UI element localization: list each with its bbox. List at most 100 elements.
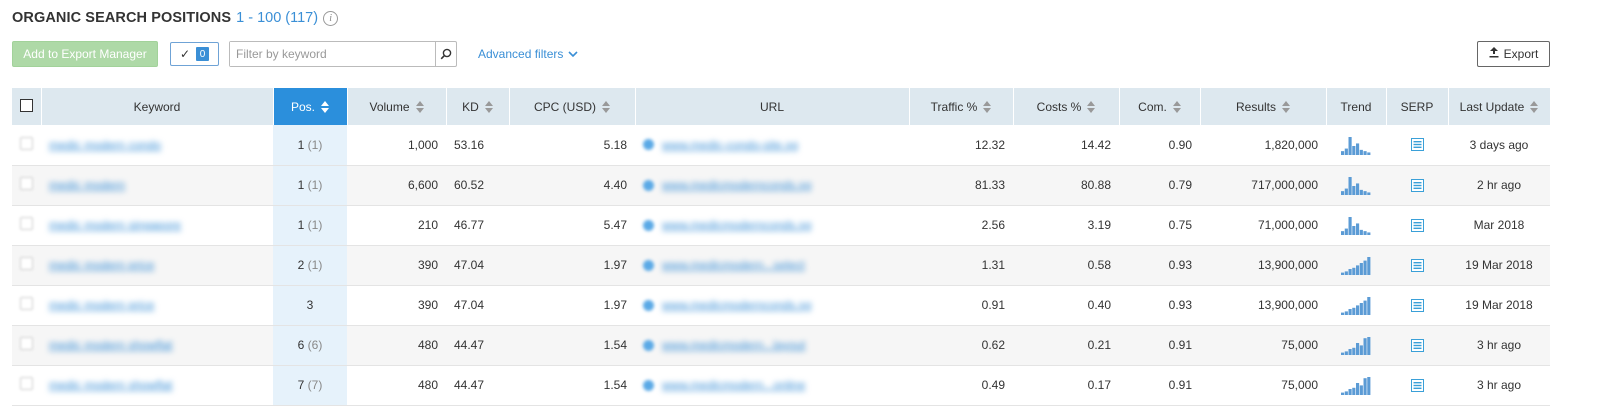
- row-checkbox[interactable]: [20, 337, 33, 350]
- pos-cell: 6 (6): [273, 325, 347, 366]
- trend-sparkline-icon[interactable]: [1341, 255, 1371, 275]
- serp-icon[interactable]: [1410, 138, 1424, 152]
- traffic-cell: 1.31: [909, 245, 1013, 286]
- trend-sparkline-icon[interactable]: [1341, 215, 1371, 235]
- col-pos[interactable]: Pos.: [273, 88, 348, 125]
- trend-sparkline-icon[interactable]: [1341, 335, 1371, 355]
- export-button[interactable]: Export: [1477, 41, 1550, 67]
- table-body: medic modern condo 1 (1) 1,000 53.16 5.1…: [12, 125, 1550, 406]
- trend-bar: [1352, 307, 1356, 315]
- row-checkbox[interactable]: [20, 297, 33, 310]
- row-checkbox[interactable]: [20, 177, 33, 190]
- pos-value: 6: [297, 338, 305, 352]
- costs-cell: 80.88: [1013, 165, 1119, 206]
- trend-sparkline-icon[interactable]: [1341, 375, 1371, 395]
- row-checkbox[interactable]: [20, 377, 33, 390]
- serp-icon[interactable]: [1410, 298, 1424, 312]
- row-select-cell: [12, 205, 41, 246]
- pos-prev-value: (1): [307, 218, 323, 232]
- url-link[interactable]: www.medicmodernconds.sg: [662, 298, 811, 312]
- keyword-link[interactable]: medic modern showflat: [49, 338, 172, 352]
- url-link[interactable]: www.medic-condo-site.sg: [662, 138, 798, 152]
- col-kd[interactable]: KD: [446, 88, 510, 125]
- url-link[interactable]: www.medicmodern...layout: [662, 338, 805, 352]
- trend-bar: [1352, 186, 1356, 195]
- trend-sparkline-icon[interactable]: [1341, 135, 1371, 155]
- row-checkbox[interactable]: [20, 136, 33, 150]
- keyword-cell: medic modern singapore: [41, 205, 273, 246]
- trend-bar: [1344, 271, 1348, 275]
- serp-icon[interactable]: [1410, 378, 1424, 392]
- pos-value: 7: [297, 378, 305, 392]
- trend-bar: [1363, 300, 1367, 315]
- col-results[interactable]: Results: [1200, 88, 1327, 125]
- link-icon: [643, 379, 654, 391]
- col-last-update[interactable]: Last Update: [1448, 88, 1551, 125]
- costs-cell: 0.17: [1013, 365, 1119, 406]
- url-link[interactable]: www.medicmodernconds.sg: [662, 218, 811, 232]
- trend-bar: [1356, 383, 1360, 395]
- info-icon[interactable]: i: [323, 10, 339, 26]
- col-com[interactable]: Com.: [1119, 88, 1201, 125]
- row-select-cell: [12, 285, 41, 326]
- col-volume[interactable]: Volume: [347, 88, 447, 125]
- col-traffic[interactable]: Traffic %: [909, 88, 1014, 125]
- keyword-link[interactable]: medic modern showflat: [49, 378, 172, 392]
- trend-bar: [1341, 150, 1345, 155]
- traffic-cell: 12.32: [909, 125, 1013, 166]
- trend-bar: [1359, 149, 1363, 155]
- row-checkbox[interactable]: [20, 257, 33, 270]
- trend-bar: [1356, 223, 1360, 235]
- trend-bar: [1344, 311, 1348, 315]
- keyword-link[interactable]: medic modern price: [49, 298, 154, 312]
- advanced-filters-toggle[interactable]: Advanced filters: [478, 47, 578, 61]
- kd-cell: 53.16: [446, 125, 509, 166]
- serp-icon[interactable]: [1410, 258, 1424, 272]
- search-icon[interactable]: [435, 42, 456, 66]
- col-url: URL: [635, 88, 910, 125]
- serp-icon[interactable]: [1410, 338, 1424, 352]
- pos-prev-value: (6): [307, 338, 323, 352]
- table-row: medic modern price 3 390 47.04 1.97 www.…: [12, 285, 1550, 326]
- keyword-link[interactable]: medic modern condo: [49, 138, 161, 152]
- trend-bar: [1359, 385, 1363, 395]
- pos-value: 1: [297, 178, 305, 192]
- traffic-cell: 2.56: [909, 205, 1013, 246]
- url-link[interactable]: www.medicmodern...select: [662, 258, 805, 272]
- col-trend-label: Trend: [1340, 99, 1372, 114]
- row-checkbox[interactable]: [20, 217, 33, 230]
- col-cpc[interactable]: CPC (USD): [509, 88, 636, 125]
- trend-sparkline-icon[interactable]: [1341, 295, 1371, 315]
- url-link[interactable]: www.medicmodernconds.sg: [662, 178, 811, 192]
- serp-icon[interactable]: [1410, 178, 1424, 192]
- kd-cell: 44.47: [446, 365, 509, 406]
- keyword-cell: medic modern price: [41, 245, 273, 286]
- last-update-cell: 19 Mar 2018: [1448, 245, 1550, 286]
- results-cell: 13,900,000: [1200, 285, 1326, 326]
- select-all-checkbox[interactable]: [20, 98, 33, 112]
- keyword-link[interactable]: medic modern singapore: [49, 218, 181, 232]
- trend-sparkline-icon[interactable]: [1341, 175, 1371, 195]
- com-cell: 0.75: [1119, 205, 1200, 246]
- add-to-export-manager-button[interactable]: Add to Export Manager: [12, 41, 158, 67]
- cpc-cell: 5.18: [509, 125, 635, 166]
- col-keyword[interactable]: Keyword: [41, 88, 274, 125]
- sort-icon: [602, 100, 610, 113]
- serp-icon[interactable]: [1410, 218, 1424, 232]
- trend-cell: [1326, 165, 1386, 206]
- sort-icon: [1087, 100, 1096, 113]
- pos-cell: 3: [273, 285, 347, 326]
- keyword-link[interactable]: medic modern price: [49, 258, 154, 272]
- trend-cell: [1326, 325, 1386, 366]
- selected-toggle-button[interactable]: ✓ 0: [170, 42, 219, 66]
- traffic-cell: 0.91: [909, 285, 1013, 326]
- trend-bar: [1348, 269, 1352, 275]
- url-cell: www.medicmodernconds.sg: [635, 165, 909, 206]
- filter-keyword-input[interactable]: [230, 42, 435, 66]
- col-costs[interactable]: Costs %: [1013, 88, 1120, 125]
- keyword-link[interactable]: medic modern: [49, 178, 125, 192]
- cpc-cell: 1.97: [509, 245, 635, 286]
- url-link[interactable]: www.medicmodern...online: [662, 378, 805, 392]
- selected-count-badge: 0: [196, 47, 210, 61]
- volume-cell: 480: [347, 325, 446, 366]
